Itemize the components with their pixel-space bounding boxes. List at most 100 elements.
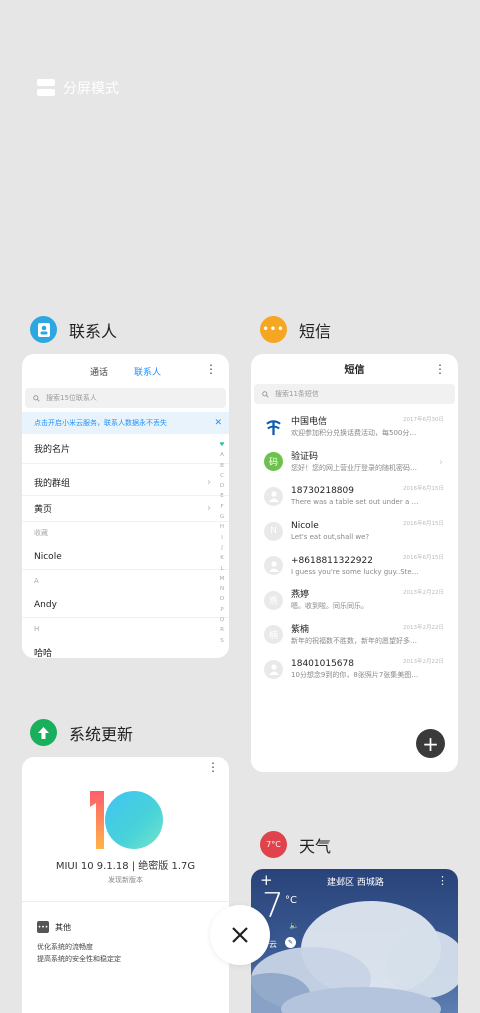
contact-row[interactable]: Andy	[22, 592, 229, 618]
sms-app-card[interactable]: 短信 ⋮ 搜索11条短信 中国电信 欢迎参加积分兑换话费活动，每500分可... 2…	[251, 354, 458, 772]
letter-avatar: 楠	[264, 625, 283, 645]
sms-preview: 嗯。收到啦。同乐同乐。	[291, 602, 368, 611]
sms-search-placeholder: 搜索11条短信	[275, 390, 319, 398]
sms-conversation-row[interactable]: N Nicole Let's eat out,shall we? 2016年6月15日	[251, 514, 458, 549]
sms-conversation-row[interactable]: 燕燕婷 嗯。收到啦。同乐同乐。 2013年2月22日	[251, 583, 458, 618]
alphabet-index-letter[interactable]: K	[220, 553, 224, 563]
contacts-app-header: 联系人	[30, 316, 117, 343]
more-options-icon[interactable]: ⋮	[205, 363, 217, 375]
sms-date: 2013年2月22日	[403, 624, 444, 631]
alphabet-index-letter[interactable]: S	[220, 636, 224, 646]
yellow-pages-row[interactable]: 黄页 ›	[22, 496, 229, 522]
contacts-search-input[interactable]: 搜索15位联系人	[25, 388, 226, 408]
sms-list: 中国电信 欢迎参加积分兑换话费活动，每500分可... 2017年6月30日码验证码…	[251, 410, 458, 687]
sms-header-title: 短信	[344, 364, 365, 376]
sms-preview: 您好！您的网上营业厅登录的随机密码为...	[291, 463, 421, 472]
sms-conversation-row[interactable]: 中国电信 欢迎参加积分兑换话费活动，每500分可... 2017年6月30日	[251, 410, 458, 445]
split-screen-button[interactable]: 分屏模式	[37, 78, 119, 98]
alphabet-index[interactable]: ♥ A B C D E F G H I J K L M N O P Q R S	[218, 440, 226, 646]
contact-name: Andy	[34, 599, 57, 610]
my-card-row[interactable]: 我的名片	[22, 434, 229, 464]
sms-conversation-row[interactable]: 1840101567810分想念9到的你，8张照片7张集美图，6只...2013…	[251, 652, 458, 687]
alphabet-index-letter[interactable]: I	[221, 533, 223, 543]
letter-avatar: N	[264, 521, 283, 541]
contact-row[interactable]: 哈哈	[22, 640, 229, 658]
weather-app-title: 天气	[299, 836, 332, 856]
sms-preview: I guess you're some lucky guy..Stepha...	[291, 567, 421, 576]
sms-date: 2013年2月22日	[403, 589, 444, 596]
alphabet-index-letter[interactable]: E	[220, 491, 223, 501]
changelog-section-title: 其他	[55, 922, 71, 932]
contacts-app-icon	[30, 316, 57, 343]
alphabet-index-letter[interactable]: B	[220, 461, 224, 471]
update-version: MIUI 10 9.1.18 | 绝密版 1.7G	[55, 861, 196, 872]
weather-app-icon: 7°C	[260, 831, 287, 858]
arrow-up-icon	[38, 726, 49, 739]
alphabet-index-letter[interactable]: N	[220, 584, 224, 594]
chevron-right-icon: ›	[207, 477, 211, 488]
alphabet-index-letter[interactable]: M	[220, 574, 225, 584]
contact-row[interactable]: Nicole	[22, 544, 229, 570]
update-version-block: MIUI 10 9.1.18 | 绝密版 1.7G 发现新版本	[22, 857, 229, 885]
close-icon[interactable]: ✕	[214, 418, 222, 428]
edit-icon[interactable]: ✎	[285, 937, 296, 948]
weather-app-card[interactable]: + 建邺区 西城路 ⋮ 7 °C 云 🔈 ✎	[251, 869, 458, 1013]
alphabet-index-favorite[interactable]: ♥	[220, 440, 225, 450]
sms-conversation-row[interactable]: +8618811322922 I guess you're some lucky …	[251, 548, 458, 583]
alphabet-index-letter[interactable]: Q	[220, 615, 224, 625]
sms-conversation-row[interactable]: 楠紫楠 新年的祝福数不胜数，新年的愿望好多好多... 2013年2月22日	[251, 618, 458, 653]
sms-date: 2016年6月15日	[403, 486, 444, 493]
more-options-icon[interactable]: ⋮	[434, 363, 446, 375]
my-card-label: 我的名片	[34, 445, 71, 455]
sms-date: 2016年6月15日	[403, 520, 444, 527]
tab-calls[interactable]: 通话	[90, 365, 108, 378]
alphabet-index-letter[interactable]: H	[220, 522, 224, 532]
changelog-list: 优化系统的流畅度 提高系统的安全性和稳定定	[37, 941, 121, 965]
chevron-right-icon: ›	[439, 456, 443, 468]
person-icon	[264, 556, 283, 576]
weather-condition: 云	[269, 940, 277, 949]
sms-search-input[interactable]: 搜索11条短信	[254, 384, 455, 404]
weather-unit: °C	[285, 895, 297, 906]
sms-date: 2016年6月15日	[403, 555, 444, 562]
miui-10-logo	[86, 789, 166, 851]
sms-conversation-row[interactable]: 码验证码 您好！您的网上营业厅登录的随机密码为... ›	[251, 445, 458, 480]
alphabet-index-letter[interactable]: J	[221, 543, 223, 553]
sms-conversation-row[interactable]: 18730218809 There was a table set out und…	[251, 479, 458, 514]
alphabet-index-letter[interactable]: L	[220, 564, 223, 574]
sms-sender: 验证码	[291, 451, 319, 462]
close-all-button[interactable]	[210, 905, 270, 965]
alphabet-index-letter[interactable]: P	[220, 605, 223, 615]
tab-contacts[interactable]: 联系人	[134, 365, 161, 378]
more-options-icon[interactable]: ⋮	[207, 761, 219, 773]
speaker-icon[interactable]: 🔈	[289, 921, 299, 930]
contacts-app-card[interactable]: 通话 联系人 ⋮ 搜索15位联系人 点击开启小米云服务，联系人数据永不丢失 ✕ …	[22, 354, 229, 658]
alphabet-index-letter[interactable]: G	[220, 512, 224, 522]
verification-code-icon: 码	[264, 452, 283, 472]
new-message-button[interactable]: +	[416, 729, 445, 758]
sms-preview: Let's eat out,shall we?	[291, 533, 370, 542]
chevron-right-icon: ›	[207, 503, 211, 514]
update-app-card[interactable]: ⋮ MIUI 10 9.1.18 | 绝密版 1.7G 发现新版本 ••• 其他…	[22, 757, 229, 1013]
update-app-header: 系统更新	[30, 719, 133, 746]
close-icon	[232, 927, 248, 943]
search-icon	[262, 390, 269, 398]
weather-app-header: 7°C 天气	[260, 831, 331, 858]
alphabet-index-letter[interactable]: O	[220, 594, 224, 604]
sms-preview: 新年的祝福数不胜数，新年的愿望好多好多...	[291, 636, 421, 645]
more-options-icon[interactable]: ⋮	[437, 874, 448, 887]
favorites-section-header: 收藏	[34, 529, 48, 537]
alphabet-index-letter[interactable]: F	[220, 502, 223, 512]
alphabet-index-letter[interactable]: R	[220, 625, 224, 635]
alphabet-index-letter[interactable]: D	[220, 481, 224, 491]
alphabet-index-letter[interactable]: C	[220, 471, 224, 481]
changelog-item: 优化系统的流畅度	[37, 943, 93, 951]
contacts-tabs: 通话 联系人	[22, 354, 229, 384]
update-app-icon	[30, 719, 57, 746]
my-groups-row[interactable]: 我的群组 ›	[22, 470, 229, 496]
alphabet-index-letter[interactable]: A	[220, 450, 224, 460]
contacts-app-title: 联系人	[69, 321, 118, 341]
sms-date: 2017年6月30日	[403, 417, 444, 423]
cloud-service-banner[interactable]: 点击开启小米云服务，联系人数据永不丢失 ✕	[22, 412, 229, 434]
sms-preview: There was a table set out under a tree i…	[291, 498, 421, 507]
